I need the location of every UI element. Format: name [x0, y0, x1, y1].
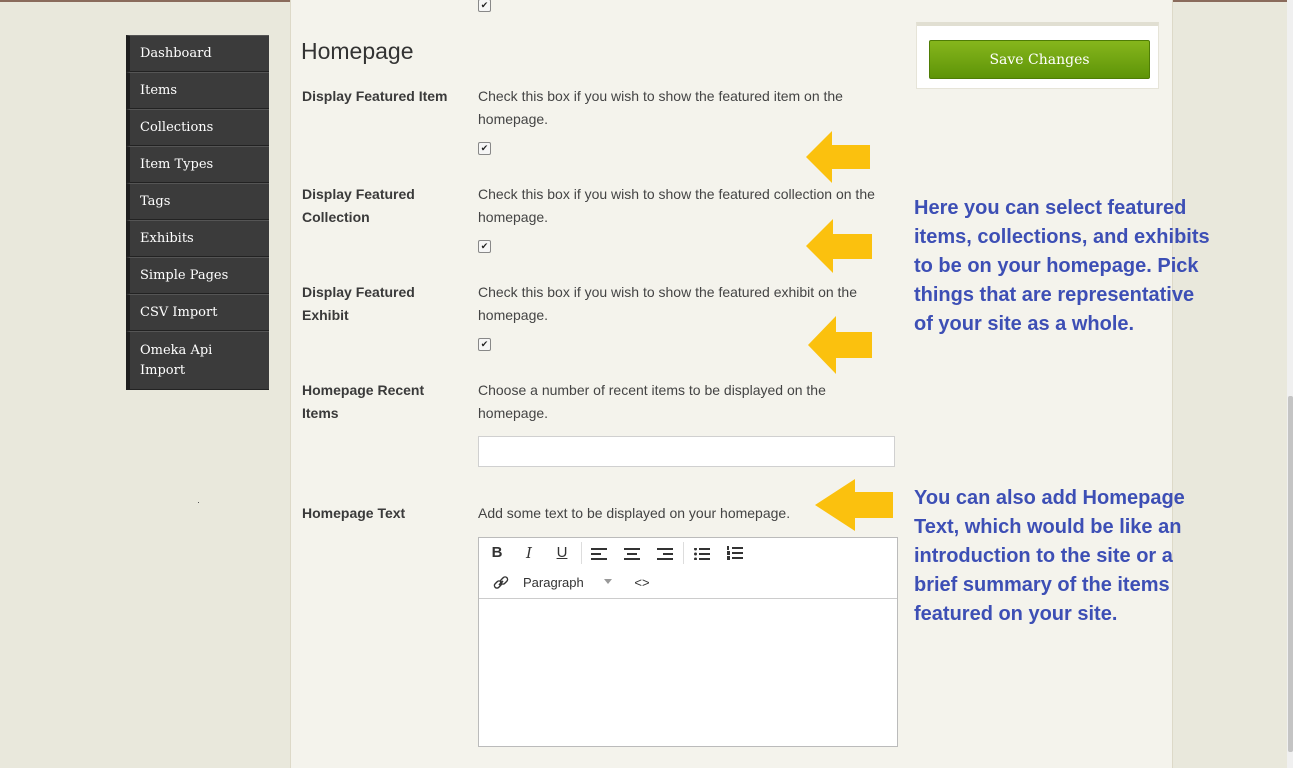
sidebar-item-item-types[interactable]: Item Types: [126, 146, 269, 183]
homepage-text-editor: B I U Paragraph <>: [478, 537, 898, 747]
field-label-homepage-text: Homepage Text: [302, 505, 406, 521]
save-panel: Save Changes: [916, 22, 1159, 89]
scrollbar-thumb[interactable]: [1288, 396, 1293, 752]
recent-items-input[interactable]: [478, 436, 895, 467]
numbered-list-icon[interactable]: [725, 546, 745, 564]
annotation-featured: Here you can select featured items, coll…: [914, 197, 1210, 335]
sidebar-item-label: Exhibits: [140, 231, 194, 246]
sidebar-item-omeka-api-import[interactable]: Omeka Api Import: [126, 331, 269, 390]
arrow-left-icon: [806, 219, 872, 273]
sidebar-item-label: Items: [140, 83, 178, 98]
featured-exhibit-checkbox[interactable]: ✔: [478, 338, 491, 351]
align-center-icon[interactable]: [622, 547, 642, 564]
sidebar-item-simple-pages[interactable]: Simple Pages: [126, 257, 269, 294]
sidebar-item-label: Dashboard: [140, 46, 212, 61]
sidebar-nav: Dashboard Items Collections Item Types T…: [126, 35, 269, 390]
toolbar-separator: [683, 542, 684, 564]
arrow-left-icon: [808, 316, 872, 374]
arrow-left-icon: [806, 131, 870, 183]
toolbar-separator: [581, 542, 582, 564]
underline-button[interactable]: U: [552, 544, 572, 561]
field-label-recent-items: Homepage Recent Items: [302, 382, 425, 421]
save-changes-button[interactable]: Save Changes: [929, 40, 1150, 79]
editor-text-area[interactable]: [479, 599, 897, 746]
sidebar-item-tags[interactable]: Tags: [126, 183, 269, 220]
bold-button[interactable]: B: [487, 544, 507, 561]
sidebar-item-csv-import[interactable]: CSV Import: [126, 294, 269, 331]
sidebar-item-dashboard[interactable]: Dashboard: [126, 35, 269, 72]
italic-button[interactable]: I: [519, 544, 539, 562]
bullet-list-icon[interactable]: [692, 547, 712, 564]
annotation-homepage-text: You can also add Homepage Text, which wo…: [914, 487, 1185, 625]
field-desc-recent-items: Choose a number of recent items to be di…: [478, 382, 826, 421]
field-label-featured-collection: Display Featured Collection: [302, 186, 415, 225]
format-select[interactable]: Paragraph: [523, 575, 584, 590]
sidebar-item-label: Tags: [140, 194, 171, 209]
field-desc-featured-item: Check this box if you wish to show the f…: [478, 88, 843, 127]
sidebar-item-label: Item Types: [140, 157, 214, 172]
sidebar-item-collections[interactable]: Collections: [126, 109, 269, 146]
sidebar-item-exhibits[interactable]: Exhibits: [126, 220, 269, 257]
align-left-icon[interactable]: [589, 547, 609, 564]
section-title: Homepage: [301, 38, 414, 64]
sidebar-item-label: CSV Import: [140, 305, 218, 320]
previous-field-checkbox[interactable]: ✔: [478, 0, 491, 12]
field-label-featured-exhibit: Display Featured Exhibit: [302, 284, 415, 323]
chevron-down-icon: [604, 579, 612, 584]
featured-item-checkbox[interactable]: ✔: [478, 142, 491, 155]
sidebar-item-label: Omeka Api Import: [140, 342, 213, 378]
align-right-icon[interactable]: [655, 547, 675, 564]
link-icon[interactable]: [491, 575, 511, 595]
arrow-left-icon: [815, 479, 893, 531]
sidebar-item-items[interactable]: Items: [126, 72, 269, 109]
featured-collection-checkbox[interactable]: ✔: [478, 240, 491, 253]
field-label-featured-item: Display Featured Item: [302, 88, 448, 104]
sidebar-item-label: Simple Pages: [140, 268, 229, 283]
sidebar-item-label: Collections: [140, 120, 214, 135]
editor-toolbar: B I U Paragraph <>: [479, 538, 897, 599]
source-code-button[interactable]: <>: [632, 575, 652, 590]
stray-dot: [198, 502, 199, 503]
